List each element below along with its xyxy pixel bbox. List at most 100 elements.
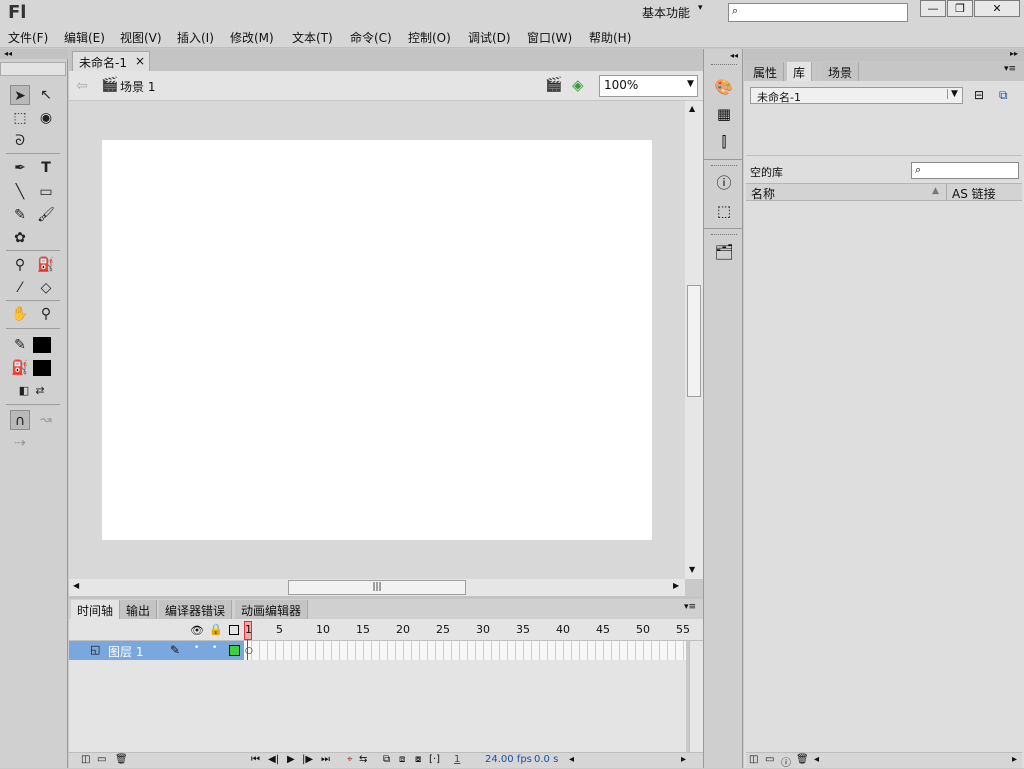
tab-output[interactable]: 输出: [120, 600, 158, 619]
straighten-icon[interactable]: ⇢: [10, 433, 30, 453]
tab-compiler-errors[interactable]: 编译器错误: [159, 600, 233, 619]
scroll-up-icon[interactable]: ▲: [689, 104, 695, 113]
layer-name[interactable]: 图层 1: [108, 643, 143, 660]
eye-icon[interactable]: 👁: [190, 624, 204, 637]
menu-modify[interactable]: 修改(M): [230, 29, 274, 46]
scroll-down-icon[interactable]: ▼: [689, 565, 695, 574]
scroll-right-icon[interactable]: ▶: [673, 581, 679, 590]
menu-control[interactable]: 控制(O): [408, 29, 451, 46]
menu-debug[interactable]: 调试(D): [468, 29, 511, 46]
sort-arrow-icon[interactable]: ▲: [932, 186, 939, 196]
lasso-tool-icon[interactable]: ᘐ: [10, 131, 30, 151]
onion-outline-icon[interactable]: ⧈: [399, 754, 405, 765]
swap-colors-icon[interactable]: ⇄: [30, 381, 50, 401]
grip-icon[interactable]: [711, 234, 737, 235]
frames-track[interactable]: [244, 641, 686, 660]
color-panel-icon[interactable]: 🎨: [713, 76, 735, 98]
smooth-icon[interactable]: ↝: [36, 410, 56, 430]
column-name[interactable]: 名称: [751, 185, 775, 202]
step-forward-icon[interactable]: |▶: [302, 754, 313, 765]
first-frame-icon[interactable]: ⏮: [251, 754, 260, 765]
vertical-scroll-thumb[interactable]: [687, 285, 701, 397]
properties-icon[interactable]: ⓘ: [781, 754, 791, 769]
document-tab[interactable]: 未命名-1 ×: [72, 51, 150, 71]
horizontal-scroll-thumb[interactable]: |||: [288, 580, 466, 595]
eyedropper-tool-icon[interactable]: ⁄: [10, 278, 30, 298]
tab-properties[interactable]: 属性: [747, 62, 785, 81]
lock-icon[interactable]: 🔒: [209, 623, 223, 636]
edit-multiple-frames-icon[interactable]: ⧇: [415, 754, 421, 765]
menu-edit[interactable]: 编辑(E): [64, 29, 105, 46]
library-document-select[interactable]: 未命名-1 ▼: [750, 87, 963, 104]
minimize-button[interactable]: —: [920, 0, 946, 17]
stroke-color-swatch[interactable]: [33, 337, 51, 353]
edit-scene-icon[interactable]: 🎬: [545, 77, 562, 93]
scroll-right-icon[interactable]: ▸: [1012, 754, 1017, 765]
close-icon[interactable]: ×: [135, 54, 145, 68]
lock-dot[interactable]: •: [212, 643, 217, 653]
delete-icon[interactable]: 🗑: [115, 754, 128, 765]
edit-symbols-icon[interactable]: ◈: [572, 76, 584, 94]
eraser-tool-icon[interactable]: ◇: [36, 278, 56, 298]
tools-panel-header[interactable]: [0, 62, 66, 76]
current-frame-value[interactable]: 1: [454, 754, 460, 765]
panel-menu-icon[interactable]: ▾≡: [684, 602, 696, 612]
brush-tool-icon[interactable]: 🖌: [36, 205, 56, 225]
modify-markers-icon[interactable]: [·]: [429, 754, 440, 765]
new-library-panel-icon[interactable]: ⧉: [999, 88, 1008, 103]
pencil-tool-icon[interactable]: ✎: [10, 205, 30, 225]
library-search-input[interactable]: ⌕: [911, 162, 1019, 179]
layer-outline-color[interactable]: [229, 645, 240, 656]
zoom-tool-icon[interactable]: ⚲: [36, 304, 56, 324]
restore-button[interactable]: ❐: [947, 0, 973, 17]
collapse-arrows-icon[interactable]: ◂◂: [730, 51, 738, 60]
library-item-list[interactable]: [746, 201, 1022, 752]
3d-rotation-tool-icon[interactable]: ◉: [36, 108, 56, 128]
last-frame-icon[interactable]: ⏭: [321, 754, 330, 765]
scroll-right-icon[interactable]: ▸: [681, 754, 686, 765]
pen-tool-icon[interactable]: ✒: [10, 158, 30, 178]
stage-canvas[interactable]: [102, 140, 652, 540]
scroll-left-icon[interactable]: ◂: [814, 754, 819, 765]
deco-tool-icon[interactable]: ✿: [10, 228, 30, 248]
tab-library[interactable]: 库: [787, 62, 813, 81]
swatches-panel-icon[interactable]: ▦: [713, 103, 735, 125]
scroll-left-icon[interactable]: ◂: [569, 754, 574, 765]
free-transform-tool-icon[interactable]: ⬚: [10, 108, 30, 128]
scroll-left-icon[interactable]: ◀: [73, 581, 79, 590]
menu-help[interactable]: 帮助(H): [589, 29, 631, 46]
menu-text[interactable]: 文本(T): [292, 29, 333, 46]
play-icon[interactable]: ▶: [287, 754, 295, 765]
menu-file[interactable]: 文件(F): [8, 29, 48, 46]
fill-color-swatch[interactable]: [33, 360, 51, 376]
menu-insert[interactable]: 插入(I): [177, 29, 214, 46]
rectangle-tool-icon[interactable]: ▭: [36, 182, 56, 202]
chevron-down-icon[interactable]: ▾: [698, 3, 703, 13]
timeline-vertical-scrollbar[interactable]: [689, 641, 703, 752]
snap-to-objects-icon[interactable]: ∩: [10, 410, 30, 430]
info-panel-icon[interactable]: ⓘ: [713, 172, 735, 194]
grip-icon[interactable]: [711, 64, 737, 65]
new-folder-icon[interactable]: ▭: [765, 754, 774, 765]
outline-icon[interactable]: [229, 625, 239, 635]
onion-skin-icon[interactable]: ⧉: [383, 754, 390, 765]
help-search-input[interactable]: ⌕: [728, 3, 908, 22]
column-linkage[interactable]: AS 链接: [952, 185, 996, 202]
tab-timeline[interactable]: 时间轴: [71, 600, 121, 619]
hand-tool-icon[interactable]: ✋: [10, 304, 30, 324]
step-back-icon[interactable]: ◀|: [268, 754, 279, 765]
new-symbol-icon[interactable]: ◫: [749, 754, 758, 765]
delete-icon[interactable]: 🗑: [796, 754, 809, 765]
new-folder-icon[interactable]: ▭: [97, 754, 106, 765]
collapse-arrows-icon[interactable]: ◂◂: [0, 49, 68, 59]
menu-window[interactable]: 窗口(W): [527, 29, 572, 46]
tab-scene[interactable]: 场景: [822, 62, 860, 81]
components-panel-icon[interactable]: 🗂: [713, 241, 735, 263]
grip-icon[interactable]: [711, 165, 737, 166]
transform-panel-icon[interactable]: ⬚: [713, 200, 735, 222]
paint-bucket-tool-icon[interactable]: ⛽: [36, 255, 56, 275]
selection-tool-icon[interactable]: ➤: [10, 85, 30, 105]
panel-menu-icon[interactable]: ▾≡: [1004, 64, 1016, 74]
line-tool-icon[interactable]: ╲: [10, 182, 30, 202]
workspace-switcher[interactable]: 基本功能: [642, 4, 690, 21]
